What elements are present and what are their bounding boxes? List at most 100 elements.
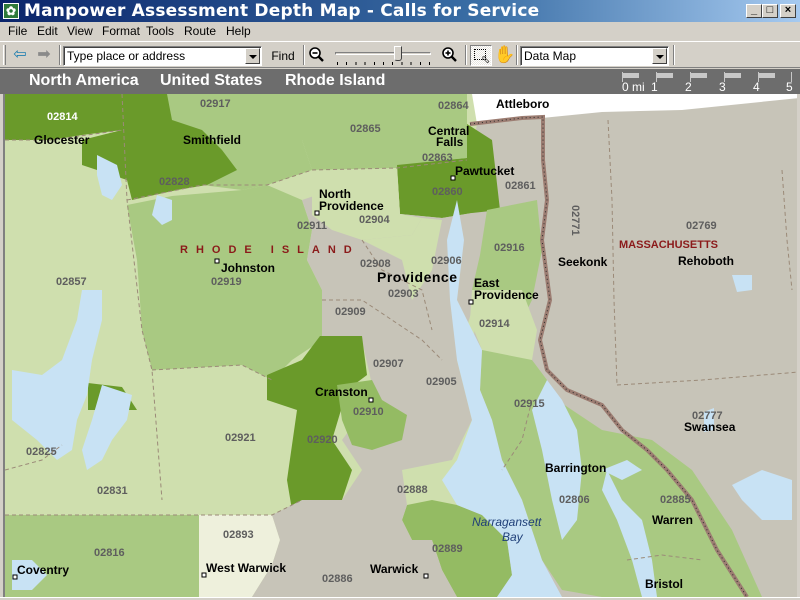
toolbar-separator bbox=[303, 45, 305, 65]
town-label-barrington: Barrington bbox=[545, 461, 606, 475]
scale-segment bbox=[673, 73, 690, 78]
town-label-glocester: Glocester bbox=[34, 133, 90, 147]
map-svg[interactable]: 02814 02917 02864 02865 02863 02860 0286… bbox=[5, 94, 797, 597]
maximize-icon: □ bbox=[766, 4, 774, 16]
menu-route[interactable]: Route bbox=[184, 24, 216, 38]
back-button[interactable]: ⇦ bbox=[10, 46, 30, 64]
town-marker-cranston[interactable] bbox=[368, 397, 374, 403]
zip-label: 02889 bbox=[432, 543, 463, 555]
scale-segment bbox=[707, 73, 724, 78]
breadcrumb-united-states[interactable]: United States bbox=[160, 72, 262, 90]
zoom-in-icon bbox=[442, 47, 457, 62]
scale-label: 1 bbox=[651, 80, 658, 94]
zip-label: 02903 bbox=[388, 288, 419, 300]
town-marker-johnston[interactable] bbox=[214, 258, 220, 264]
zip-label: 02888 bbox=[397, 484, 428, 496]
zip-label: 02919 bbox=[211, 276, 242, 288]
zoom-slider[interactable] bbox=[333, 46, 435, 66]
menu-tools[interactable]: Tools bbox=[146, 24, 174, 38]
chevron-down-icon[interactable] bbox=[245, 48, 260, 64]
zip-label: 02825 bbox=[26, 446, 57, 458]
town-label-coventry: Coventry bbox=[17, 563, 69, 577]
zip-label: 02911 bbox=[297, 220, 327, 232]
minimize-button[interactable]: _ bbox=[746, 4, 762, 18]
town-label-providence: Providence bbox=[377, 269, 457, 285]
town-label-smithfield: Smithfield bbox=[183, 133, 241, 147]
town-label-johnston: Johnston bbox=[221, 261, 275, 275]
toolbar-separator bbox=[673, 45, 675, 65]
town-label-pawtucket: Pawtucket bbox=[455, 164, 514, 178]
town-label-warren: Warren bbox=[652, 513, 693, 527]
town-label-bristol: Bristol bbox=[645, 577, 683, 591]
scale-segment bbox=[775, 73, 792, 78]
map-canvas[interactable]: 02814 02917 02864 02865 02863 02860 0286… bbox=[3, 94, 797, 597]
minimize-icon: _ bbox=[750, 4, 758, 16]
zip-label: 02893 bbox=[223, 529, 254, 541]
zip-label: 02920 bbox=[307, 434, 338, 446]
address-search-combo[interactable]: Type place or address bbox=[63, 46, 262, 66]
zoom-in-button[interactable] bbox=[440, 46, 460, 64]
zoom-out-button[interactable] bbox=[307, 46, 327, 64]
menu-file[interactable]: File bbox=[8, 24, 27, 38]
pan-tool-button[interactable]: ✋ bbox=[494, 45, 516, 64]
zoom-slider-track bbox=[335, 52, 431, 55]
zip-label: 02863 bbox=[422, 152, 453, 164]
forward-button[interactable]: ➡ bbox=[34, 46, 54, 64]
app-icon: ✿ bbox=[3, 3, 19, 19]
maximize-button[interactable]: □ bbox=[762, 4, 778, 18]
zoom-slider-ticks bbox=[337, 62, 431, 65]
town-marker-east-providence[interactable] bbox=[468, 299, 474, 305]
map-type-select[interactable]: Data Map bbox=[520, 46, 669, 66]
breadcrumb-north-america[interactable]: North America bbox=[29, 72, 139, 90]
town-label-warwick: Warwick bbox=[370, 562, 419, 576]
zip-label: 02905 bbox=[426, 376, 457, 388]
address-search-input[interactable]: Type place or address bbox=[67, 49, 185, 63]
menu-format[interactable]: Format bbox=[102, 24, 140, 38]
close-icon: × bbox=[784, 4, 792, 16]
state-label-rhode-island: RHODE ISLAND bbox=[180, 244, 360, 256]
toolbar-grip[interactable] bbox=[3, 45, 6, 65]
toolbar: ⇦ ➡ Type place or address Find ⬁ ✋ Data … bbox=[0, 41, 800, 68]
town-label-north-providence: Providence bbox=[319, 199, 384, 213]
menu-edit[interactable]: Edit bbox=[37, 24, 58, 38]
zoom-out-icon bbox=[309, 47, 324, 62]
zoom-slider-thumb[interactable] bbox=[394, 46, 403, 61]
town-label-attleboro: Attleboro bbox=[496, 97, 549, 111]
toolbar-separator bbox=[465, 45, 467, 65]
scale-bar: 0 mi 1 2 3 4 5 bbox=[622, 72, 794, 94]
find-button[interactable]: Find bbox=[266, 46, 300, 66]
scale-label: 2 bbox=[685, 80, 692, 94]
menu-help[interactable]: Help bbox=[226, 24, 251, 38]
zip-label: 02831 bbox=[97, 485, 128, 497]
water-label: Narragansett bbox=[472, 515, 542, 529]
map-type-value[interactable]: Data Map bbox=[524, 49, 576, 63]
zip-label: 02915 bbox=[514, 398, 545, 410]
town-label-central-falls: Falls bbox=[436, 135, 464, 149]
water-label: Bay bbox=[502, 530, 524, 544]
forward-arrow-icon: ➡ bbox=[37, 46, 51, 63]
app-window: ✿ Manpower Assessment Depth Map - Calls … bbox=[0, 0, 800, 600]
scale-label: 3 bbox=[719, 80, 726, 94]
zip-label: 02864 bbox=[438, 100, 469, 112]
scale-unit-label: 0 mi bbox=[622, 80, 645, 94]
chevron-down-icon[interactable] bbox=[652, 48, 667, 64]
zip-label: 02816 bbox=[94, 547, 125, 559]
scale-label: 4 bbox=[753, 80, 760, 94]
cursor-arrow-icon: ⬁ bbox=[481, 54, 491, 66]
town-label-east-providence: Providence bbox=[474, 288, 539, 302]
title-bar: ✿ Manpower Assessment Depth Map - Calls … bbox=[0, 0, 800, 22]
hand-pan-icon: ✋ bbox=[494, 45, 516, 64]
zip-label: 02904 bbox=[359, 214, 390, 226]
close-button[interactable]: × bbox=[780, 4, 796, 18]
back-arrow-icon: ⇦ bbox=[13, 46, 27, 63]
town-marker-warwick[interactable] bbox=[423, 573, 429, 579]
select-tool-button[interactable]: ⬁ bbox=[470, 45, 492, 66]
toolbar-separator bbox=[59, 45, 61, 65]
breadcrumb-rhode-island[interactable]: Rhode Island bbox=[285, 72, 385, 90]
zip-label: 02806 bbox=[559, 494, 590, 506]
scale-label: 5 bbox=[786, 80, 793, 94]
menu-view[interactable]: View bbox=[67, 24, 93, 38]
zip-label: 02906 bbox=[431, 255, 462, 267]
town-label-rehoboth: Rehoboth bbox=[678, 254, 734, 268]
zip-label: 02769 bbox=[686, 220, 717, 232]
